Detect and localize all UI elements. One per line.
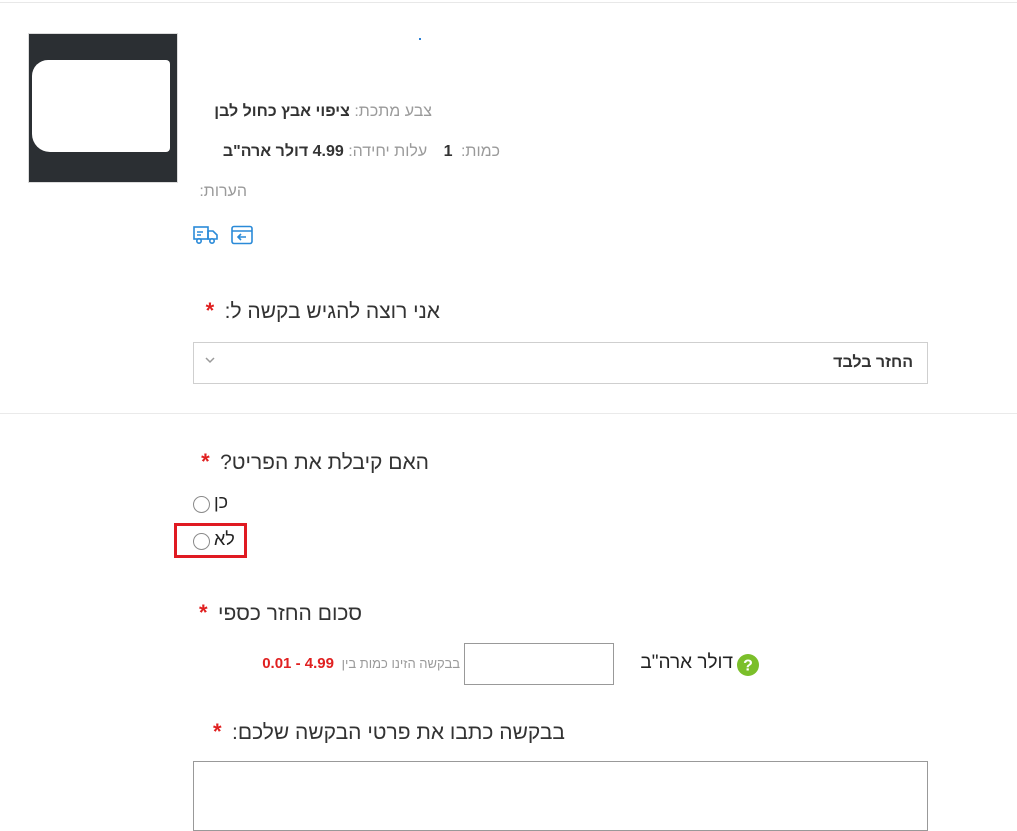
- svg-text:?: ?: [743, 658, 753, 675]
- color-label: צבע מתכת:: [354, 103, 432, 120]
- shipping-truck-icon[interactable]: [193, 225, 219, 250]
- notes-label: הערות:: [199, 183, 247, 200]
- section-divider: [0, 413, 1017, 414]
- unit-cost-value: 4.99 דולר ארה"ב: [222, 143, 344, 160]
- request-type-selected-value: החזר בלבד: [833, 354, 913, 371]
- request-type-select[interactable]: החזר בלבד: [193, 342, 928, 384]
- request-type-label-row: אני רוצה להגיש בקשה ל: *: [206, 298, 440, 324]
- top-divider: [0, 2, 1017, 3]
- refund-hint-row: בבקשה הזינו כמות בין 4.99 - 0.01: [262, 655, 460, 672]
- refund-hint: בבקשה הזינו כמות בין: [341, 656, 460, 671]
- required-asterisk: *: [199, 600, 208, 625]
- received-yes-label[interactable]: כן: [214, 492, 228, 513]
- currency-label: דולר ארה"ב: [640, 652, 733, 673]
- refund-label-row: סכום החזר כספי *: [199, 600, 362, 626]
- color-value: ציפוי אבץ כחול לבן: [214, 103, 350, 120]
- product-color-row: צבע מתכת: ציפוי אבץ כחול לבן: [214, 103, 432, 121]
- quantity-label: כמות:: [460, 143, 500, 160]
- received-yes-radio[interactable]: [193, 496, 210, 513]
- received-question: האם קיבלת את הפריט?: [220, 451, 429, 474]
- quantity-value: 1: [443, 143, 453, 160]
- product-quantity-row: כמות: 1 עלות יחידה: 4.99 דולר ארה"ב: [223, 143, 500, 161]
- help-icon[interactable]: ?: [736, 653, 760, 682]
- product-thumbnail-shape: [32, 60, 170, 152]
- required-asterisk: *: [205, 298, 215, 323]
- required-asterisk: *: [213, 719, 222, 744]
- received-question-row: האם קיבלת את הפריט? *: [201, 449, 429, 475]
- request-type-label: אני רוצה להגיש בקשה ל:: [224, 300, 440, 323]
- details-textarea[interactable]: [193, 761, 928, 831]
- return-box-icon[interactable]: [230, 225, 254, 250]
- refund-label: סכום החזר כספי: [218, 602, 362, 625]
- chevron-down-icon: [203, 353, 217, 372]
- details-label-row: בבקשה כתבו את פרטי הבקשה שלכם: *: [213, 719, 565, 745]
- highlight-box: [174, 523, 247, 558]
- product-thumbnail: [28, 33, 178, 183]
- loading-dot: [419, 38, 421, 40]
- refund-range: 4.99 - 0.01: [262, 655, 334, 672]
- unit-cost-label: עלות יחידה:: [348, 143, 428, 160]
- refund-amount-input[interactable]: [464, 643, 614, 685]
- details-label: בבקשה כתבו את פרטי הבקשה שלכם:: [232, 721, 565, 744]
- required-asterisk: *: [201, 449, 210, 474]
